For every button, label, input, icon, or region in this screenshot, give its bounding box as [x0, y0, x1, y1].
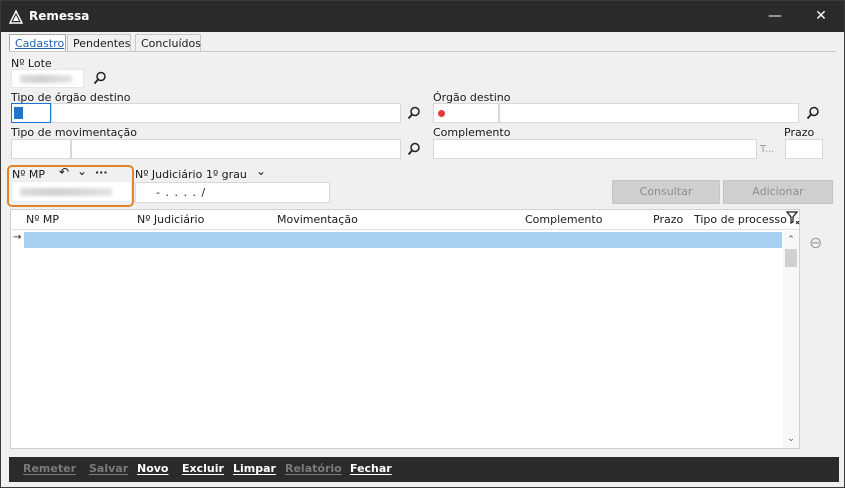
row-indicator-icon: → [13, 232, 22, 243]
grid-scrollbar[interactable]: ⌃ ⌄ [783, 231, 799, 448]
tipo-mov-desc-input[interactable] [71, 139, 401, 159]
table-row[interactable] [24, 232, 782, 248]
complemento-suffix: T... [760, 144, 775, 155]
excluir-button[interactable]: Excluir [182, 462, 224, 475]
orgao-destino-code-input[interactable] [433, 103, 499, 123]
tipo-orgao-code-input[interactable] [11, 103, 51, 123]
grid-header: Nº MP Nº Judiciário Movimentação Complem… [11, 210, 799, 230]
col-header-mp[interactable]: Nº MP [26, 213, 59, 226]
complemento-label: Complemento [433, 126, 511, 139]
tipo-mov-search-icon[interactable] [407, 142, 423, 158]
tipo-orgao-desc-input[interactable] [51, 103, 401, 123]
col-header-tipo-processo[interactable]: Tipo de processo [694, 213, 787, 226]
required-indicator [438, 110, 445, 117]
judiciario-mask: - . . . . / [156, 186, 207, 199]
text-cursor [14, 107, 23, 119]
adicionar-button[interactable]: Adicionar [723, 180, 833, 204]
tab-divider [9, 51, 836, 52]
grau-chevron-down-icon[interactable]: ⌄ [256, 164, 266, 178]
chevron-down-icon[interactable]: ⌄ [77, 164, 87, 178]
complemento-input[interactable] [433, 139, 757, 159]
prazo-input[interactable] [785, 139, 823, 159]
processos-grid[interactable]: Nº MP Nº Judiciário Movimentação Complem… [10, 209, 800, 449]
col-header-movimentacao[interactable]: Movimentação [277, 213, 358, 226]
novo-button[interactable]: Novo [137, 462, 169, 475]
tab-cadastro[interactable]: Cadastro [9, 34, 66, 52]
judiciario-input[interactable]: - . . . . / [135, 182, 330, 203]
relatorio-button[interactable]: Relatório [285, 462, 342, 475]
lote-value-redacted [20, 75, 72, 83]
tab-pendentes[interactable]: Pendentes [67, 34, 131, 52]
orgao-destino-desc-input[interactable] [499, 103, 799, 123]
bottom-toolbar: Remeter Salvar Novo Excluir Limpar Relat… [9, 457, 839, 482]
scroll-up-icon[interactable]: ⌃ [786, 235, 796, 245]
minimize-button[interactable]: — [752, 1, 798, 32]
prazo-label: Prazo [784, 126, 815, 139]
grau-value: 1º grau [206, 168, 247, 181]
orgao-destino-search-icon[interactable] [806, 106, 822, 122]
col-header-judiciario[interactable]: Nº Judiciário [137, 213, 204, 226]
lote-search-icon[interactable] [93, 71, 109, 87]
tipo-mov-code-input[interactable] [11, 139, 71, 159]
window-title: Remessa [29, 9, 90, 23]
col-header-complemento[interactable]: Complemento [525, 213, 602, 226]
mp-value-redacted [20, 188, 112, 196]
remove-row-icon[interactable]: ⊖ [809, 233, 822, 252]
lote-input[interactable] [11, 69, 84, 88]
mp-label: Nº MP [12, 168, 46, 181]
app-logo-icon [8, 9, 24, 27]
fechar-button[interactable]: Fechar [350, 462, 392, 475]
scrollbar-thumb[interactable] [785, 249, 797, 267]
limpar-button[interactable]: Limpar [233, 462, 276, 475]
close-button[interactable]: ✕ [798, 1, 844, 32]
mp-input[interactable] [11, 181, 132, 202]
title-bar[interactable]: Remessa — ✕ [1, 1, 844, 32]
scroll-down-icon[interactable]: ⌄ [786, 434, 796, 444]
tipo-orgao-search-icon[interactable] [407, 106, 423, 122]
remessa-window: Remessa — ✕ Cadastro Pendentes Concluído… [0, 0, 845, 488]
tab-concluidos[interactable]: Concluídos [135, 34, 201, 52]
salvar-button[interactable]: Salvar [89, 462, 128, 475]
judiciario-label: Nº Judiciário [135, 168, 203, 181]
undo-icon[interactable]: ↶ [59, 165, 69, 179]
col-header-prazo[interactable]: Prazo [653, 213, 683, 226]
tipo-mov-label: Tipo de movimentação [11, 126, 137, 139]
remeter-button[interactable]: Remeter [23, 462, 76, 475]
filter-icon[interactable] [785, 211, 802, 227]
consultar-processos-button[interactable]: Consultar Processos [612, 180, 720, 220]
more-options-icon[interactable]: ··· [95, 166, 108, 179]
